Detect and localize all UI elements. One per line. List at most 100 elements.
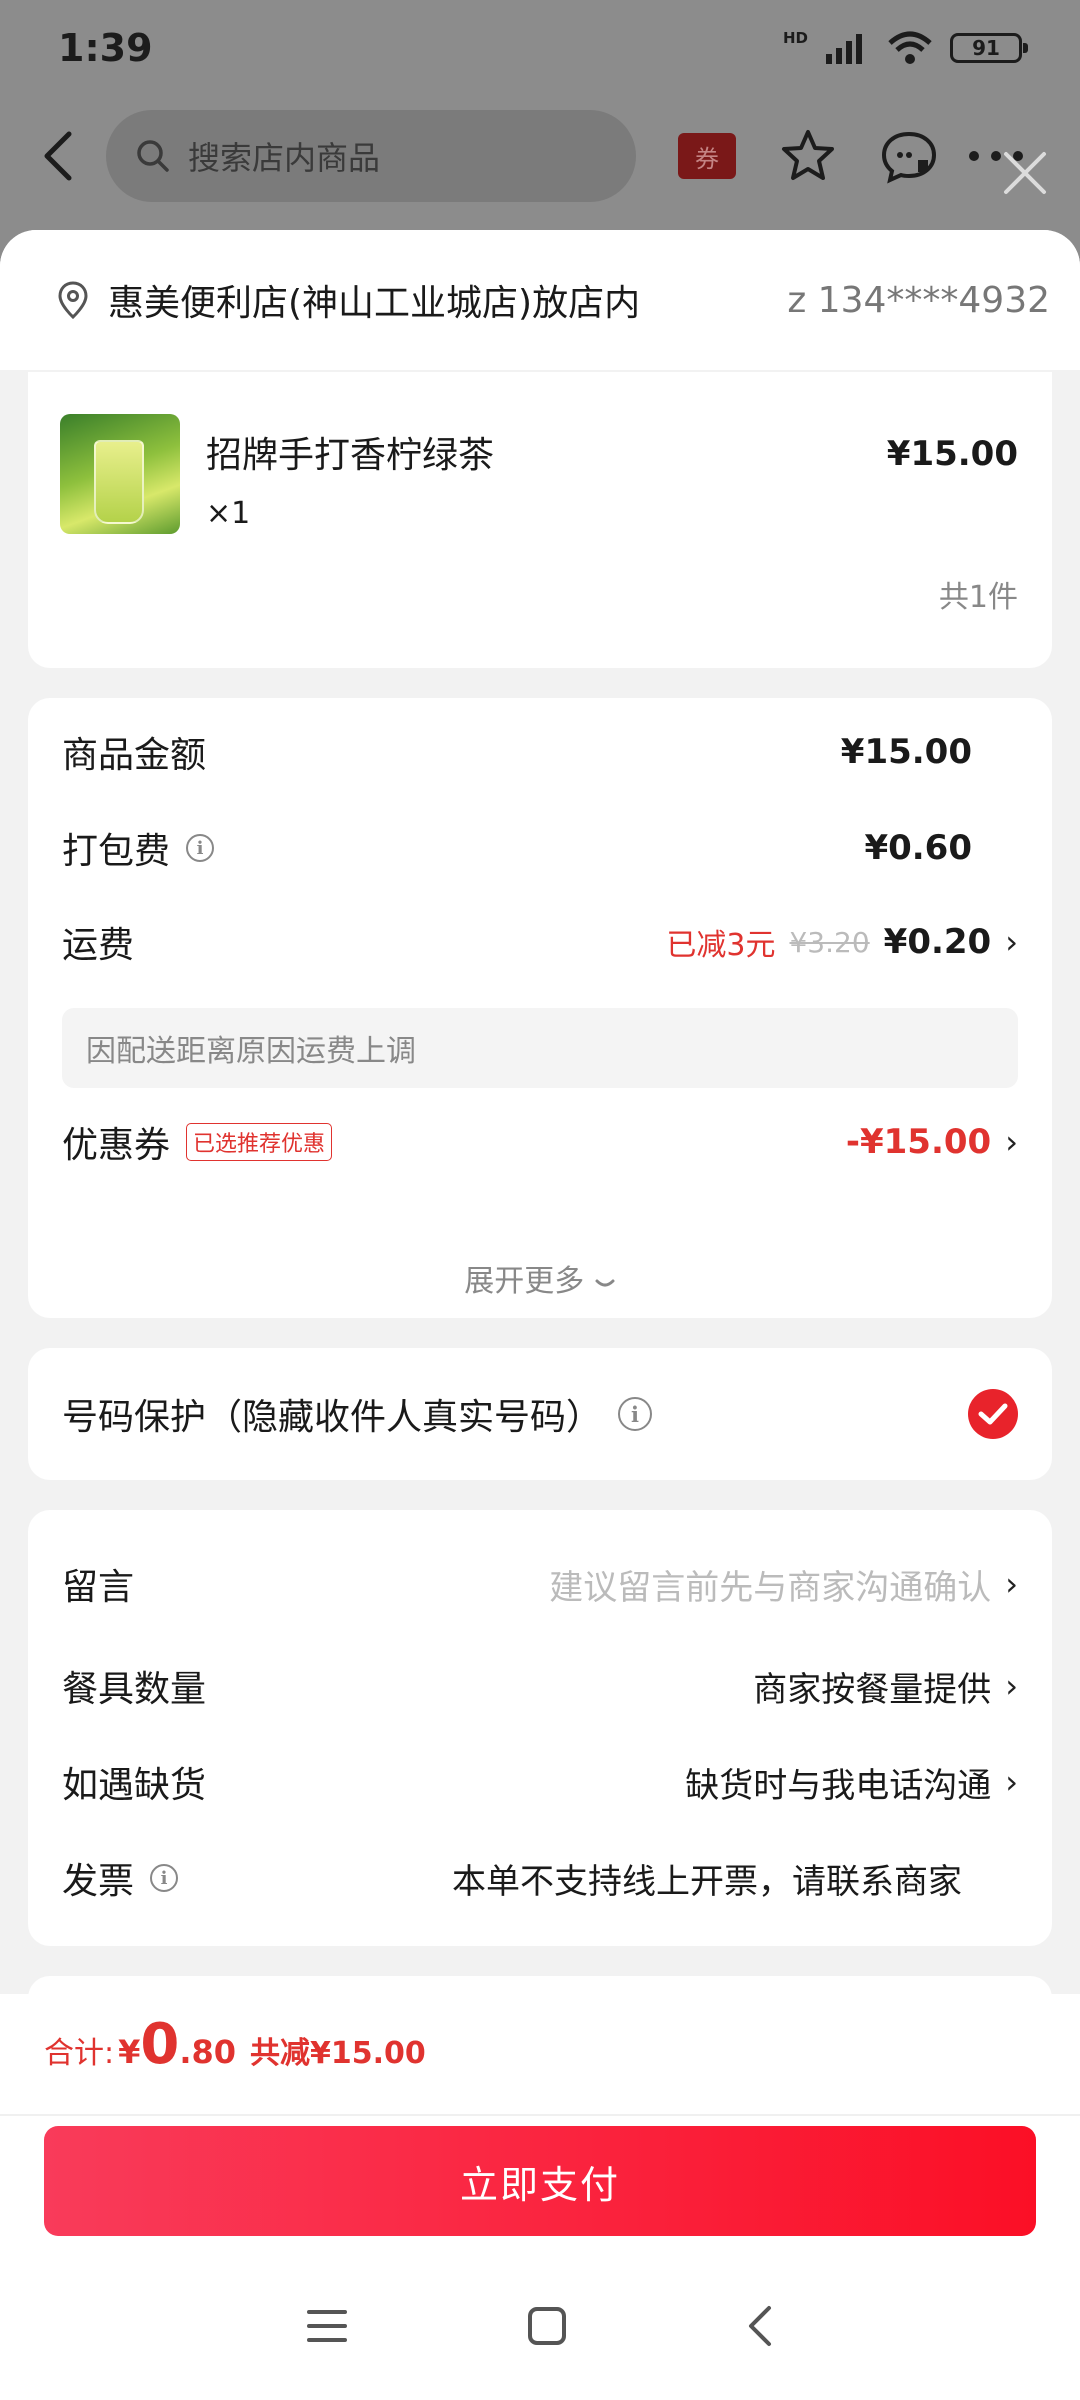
- goods-amount-row: 商品金额 ¥15.00: [62, 726, 1018, 778]
- product-qty: ×1: [206, 496, 251, 531]
- favorite-button[interactable]: [780, 128, 836, 184]
- utensils-value-wrap: 商家按餐量提供 ›: [753, 1662, 1018, 1711]
- note-label: 留言: [62, 1567, 135, 1608]
- note-placeholder: 建议留言前先与商家沟通确认: [549, 1567, 992, 1608]
- goods-amount-label: 商品金额: [62, 735, 207, 776]
- delivery-fee-row[interactable]: 运费 已减3元 ¥3.20 ¥0.20 ›: [62, 916, 1018, 968]
- address-left: 惠美便利店(神山工业城店)放店内: [58, 274, 640, 326]
- invoice-label-wrap: 发票 i: [62, 1852, 179, 1904]
- search-placeholder: 搜索店内商品: [188, 139, 381, 177]
- stockout-label: 如遇缺货: [62, 1765, 207, 1806]
- delivery-original-price: ¥3.20: [789, 925, 870, 959]
- coupon-tag: 已选推荐优惠: [186, 1123, 333, 1161]
- network-type: HD: [782, 29, 808, 47]
- stockout-value-wrap: 缺货时与我电话沟通 ›: [685, 1758, 1018, 1807]
- invoice-value: 本单不支持线上开票，请联系商家: [452, 1861, 962, 1902]
- checkmark-icon: [978, 1403, 1008, 1425]
- info-icon[interactable]: i: [150, 1864, 179, 1892]
- checkout-bar: 合计: ¥ 0 .80 共减¥15.00 立即支付: [0, 1994, 1080, 2400]
- utensils-label: 餐具数量: [62, 1669, 207, 1710]
- chevron-right-icon: ›: [1005, 1667, 1018, 1705]
- coupon-value-wrap: -¥15.00 ›: [846, 1122, 1018, 1162]
- delivery-address[interactable]: 惠美便利店(神山工业城店)放店内 z 134****4932: [0, 230, 1080, 370]
- battery-level: 91: [972, 36, 1000, 60]
- chevron-right-icon: ›: [1005, 1565, 1018, 1603]
- close-sheet-button[interactable]: [1000, 148, 1050, 198]
- delivery-fee-values: 已减3元 ¥3.20 ¥0.20 ›: [666, 920, 1018, 964]
- packing-fee-label: 打包费: [62, 831, 171, 872]
- chevron-right-icon: ›: [1005, 1123, 1018, 1161]
- system-nav-bar: [0, 2266, 1080, 2386]
- store-search-input[interactable]: 搜索店内商品: [106, 110, 636, 202]
- total-currency: ¥: [118, 2033, 141, 2071]
- signal-icon: [826, 34, 862, 64]
- note-value-wrap: 建议留言前先与商家沟通确认 ›: [549, 1560, 1018, 1609]
- divider: [0, 2114, 1080, 2116]
- product-count: 共1件: [938, 580, 1018, 615]
- home-icon[interactable]: [527, 2306, 567, 2346]
- total-label: 合计:: [44, 2036, 115, 2071]
- stockout-value: 缺货时与我电话沟通: [685, 1765, 992, 1806]
- product-card: 招牌手打香柠绿茶 ×1 ¥15.00 共1件: [28, 372, 1052, 668]
- delivery-fee-label: 运费: [62, 925, 135, 966]
- fee-card: 商品金额 ¥15.00 打包费 i ¥0.60 运费 已减3元 ¥3.20 ¥0…: [28, 698, 1052, 1318]
- utensils-row[interactable]: 餐具数量 商家按餐量提供 ›: [62, 1660, 1018, 1712]
- expand-more-button[interactable]: 展开更多: [28, 1256, 1052, 1300]
- delivery-discount: 已减3元: [666, 928, 776, 963]
- stockout-row[interactable]: 如遇缺货 缺货时与我电话沟通 ›: [62, 1756, 1018, 1808]
- search-icon: [137, 140, 169, 172]
- product-image: [60, 414, 180, 534]
- contact-phone: z 134****4932: [787, 279, 1050, 321]
- coupon-label: 优惠券: [62, 1125, 171, 1166]
- note-row[interactable]: 留言 建议留言前先与商家沟通确认 ›: [62, 1558, 1018, 1610]
- delivery-fee-value: ¥0.20: [883, 922, 992, 962]
- product-name: 招牌手打香柠绿茶: [206, 435, 495, 476]
- chevron-right-icon: ›: [1005, 1763, 1018, 1801]
- chevron-right-icon: ›: [1005, 923, 1018, 961]
- chat-icon: [881, 131, 937, 184]
- battery-icon: 91: [950, 33, 1028, 63]
- privacy-label-wrap: 号码保护（隐藏收件人真实号码） i: [62, 1388, 653, 1440]
- product-price: ¥15.00: [886, 434, 1018, 474]
- back-button[interactable]: [30, 116, 86, 196]
- privacy-checkbox[interactable]: [968, 1389, 1018, 1439]
- total-saved: 共减¥15.00: [250, 2036, 426, 2071]
- total-decimal: .80: [179, 2033, 237, 2071]
- coupon-badge-button[interactable]: 券: [678, 133, 736, 179]
- wifi-icon: [888, 31, 932, 64]
- goods-amount-value: ¥15.00: [840, 732, 972, 772]
- status-bar: 1:39 HD 91: [0, 0, 1080, 96]
- info-icon[interactable]: i: [618, 1397, 653, 1431]
- privacy-label: 号码保护（隐藏收件人真实号码）: [62, 1397, 603, 1438]
- store-header: 搜索店内商品 券: [0, 108, 1080, 204]
- info-icon[interactable]: i: [186, 834, 215, 862]
- delivery-notice: 因配送距离原因运费上调: [62, 1008, 1018, 1088]
- pay-now-button[interactable]: 立即支付: [44, 2126, 1036, 2236]
- invoice-row: 发票 i 本单不支持线上开票，请联系商家: [62, 1852, 1018, 1904]
- packing-fee-row: 打包费 i ¥0.60: [62, 822, 1018, 874]
- status-time: 1:39: [58, 26, 153, 70]
- menu-icon[interactable]: [307, 2309, 347, 2343]
- order-options-card: 留言 建议留言前先与商家沟通确认 › 餐具数量 商家按餐量提供 › 如遇缺货 缺…: [28, 1510, 1052, 1946]
- coupon-label-wrap: 优惠券 已选推荐优惠: [62, 1116, 333, 1168]
- coupon-row[interactable]: 优惠券 已选推荐优惠 -¥15.00 ›: [62, 1116, 1018, 1168]
- packing-fee-value: ¥0.60: [864, 828, 972, 868]
- utensils-value: 商家按餐量提供: [753, 1669, 992, 1710]
- address-text: 惠美便利店(神山工业城店)放店内: [108, 283, 641, 324]
- close-icon: [1004, 152, 1046, 194]
- status-icons: HD 91: [782, 29, 1028, 65]
- privacy-card: 号码保护（隐藏收件人真实号码） i: [28, 1348, 1052, 1480]
- location-pin-icon: [58, 281, 88, 319]
- total-amount: 合计: ¥ 0 .80 共减¥15.00: [44, 2012, 426, 2077]
- expand-more-label: 展开更多: [464, 1264, 585, 1299]
- invoice-label: 发票: [62, 1861, 135, 1902]
- chevron-down-icon: [595, 1279, 615, 1287]
- customer-service-button[interactable]: [880, 128, 938, 184]
- privacy-row[interactable]: 号码保护（隐藏收件人真实号码） i: [62, 1388, 1018, 1440]
- back-nav-icon[interactable]: [747, 2305, 773, 2347]
- packing-fee-label-wrap: 打包费 i: [62, 822, 215, 874]
- back-arrow-icon: [44, 131, 72, 181]
- total-integer: 0: [140, 2012, 180, 2077]
- coupon-value: -¥15.00: [845, 1122, 992, 1162]
- coupon-badge-label: 券: [695, 144, 719, 173]
